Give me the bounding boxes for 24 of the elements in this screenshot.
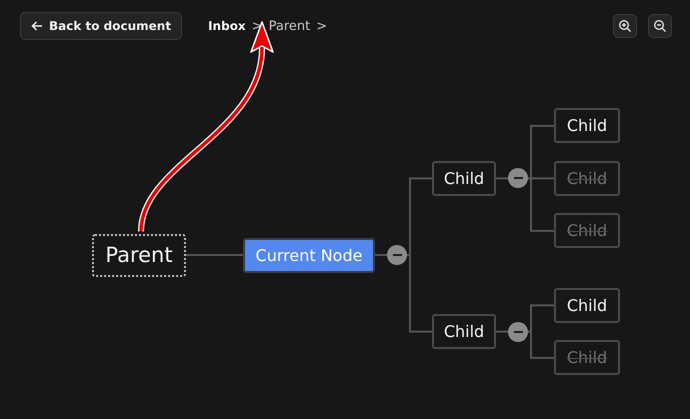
zoom-in-icon bbox=[618, 19, 632, 33]
minus-icon bbox=[392, 254, 402, 256]
zoom-out-icon bbox=[653, 19, 667, 33]
collapse-button[interactable] bbox=[387, 245, 407, 265]
breadcrumb-link[interactable]: Inbox bbox=[208, 19, 246, 33]
breadcrumb-separator: > bbox=[316, 18, 328, 34]
mind-map-node[interactable]: Parent bbox=[92, 234, 186, 276]
connector-line bbox=[186, 254, 243, 256]
zoom-out-button[interactable] bbox=[648, 14, 672, 38]
collapse-button[interactable] bbox=[508, 168, 528, 188]
minus-icon bbox=[514, 177, 522, 180]
back-button[interactable]: Back to document bbox=[20, 12, 182, 40]
minus-icon bbox=[514, 330, 522, 333]
connector-line bbox=[496, 330, 508, 333]
collapse-button[interactable] bbox=[508, 322, 528, 342]
mind-map-node[interactable]: Child bbox=[554, 288, 620, 323]
connector-line bbox=[375, 254, 387, 256]
mind-map-node[interactable]: Child bbox=[432, 314, 496, 350]
mind-map-node[interactable]: Child bbox=[554, 108, 620, 144]
mind-map-node[interactable]: Child bbox=[432, 160, 496, 196]
connector-line bbox=[496, 177, 508, 180]
breadcrumb-link[interactable]: Parent bbox=[268, 18, 310, 34]
zoom-in-button[interactable] bbox=[613, 14, 637, 38]
arrow-left-icon bbox=[31, 21, 43, 31]
